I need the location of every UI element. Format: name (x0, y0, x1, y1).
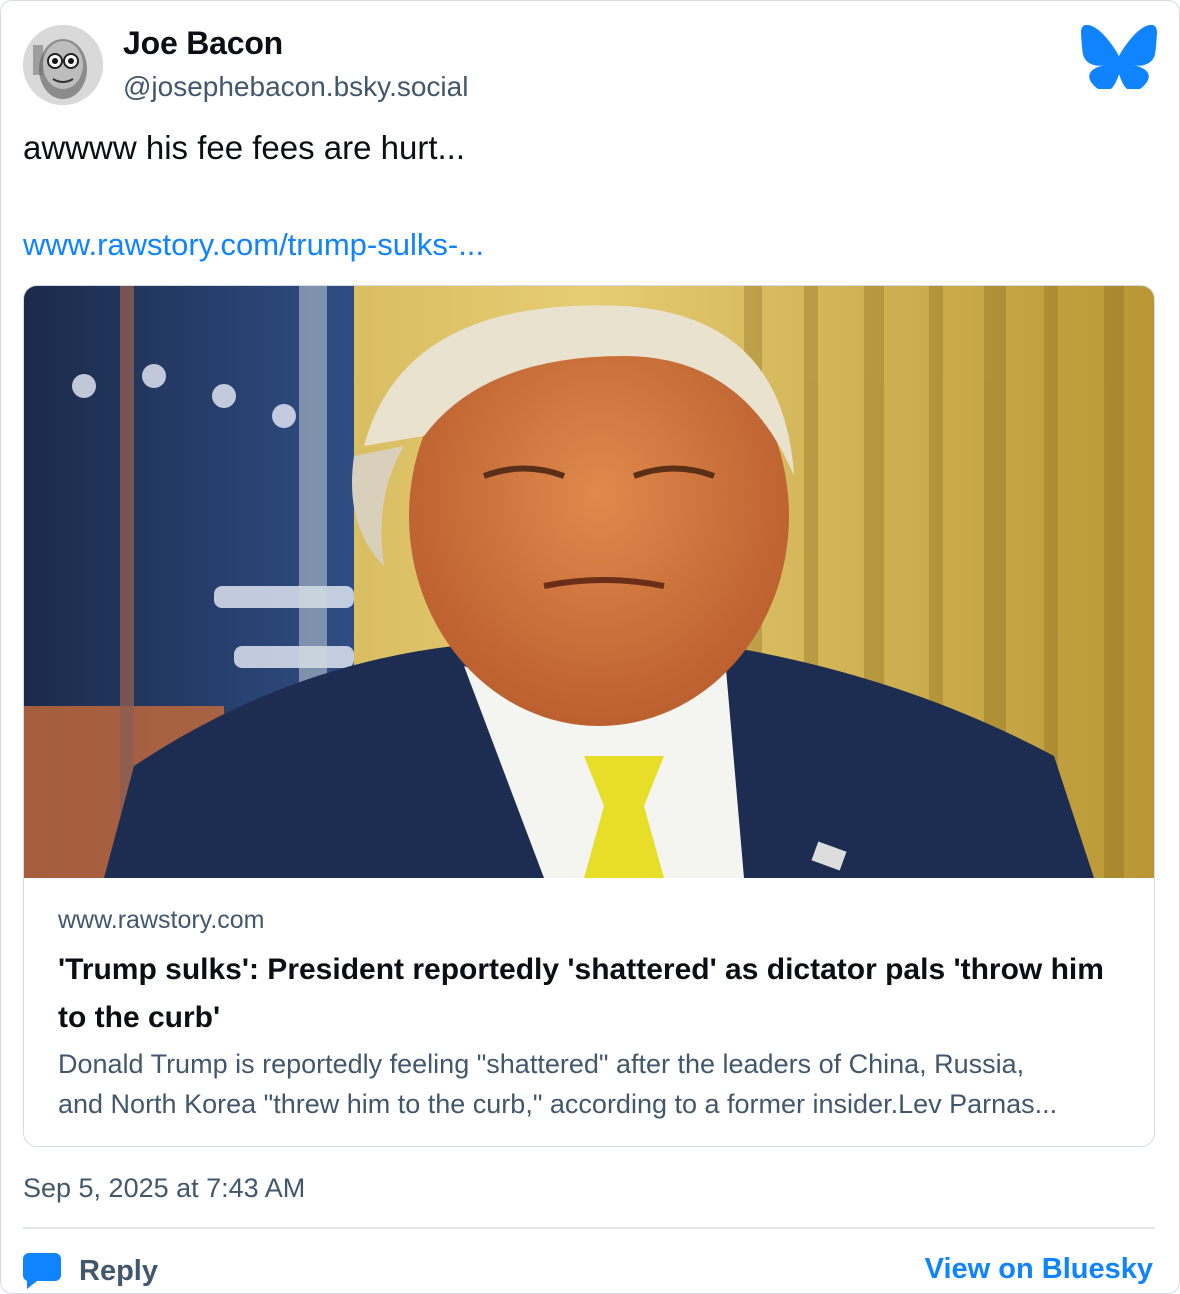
link-preview-domain: www.rawstory.com (58, 906, 265, 934)
link-preview-title: 'Trump sulks': President reportedly 'sha… (58, 953, 1104, 1034)
author-avatar[interactable] (23, 25, 103, 105)
bluesky-post-card: Joe Bacon @josephebacon.bsky.social awww… (0, 0, 1180, 1294)
speech-bubble-icon (23, 1253, 61, 1289)
post-text: awwww his fee fees are hurt... (23, 129, 466, 166)
avatar-image (23, 25, 103, 105)
link-preview-description-line: Donald Trump is reportedly feeling "shat… (58, 1049, 1025, 1079)
reply-label: Reply (79, 1254, 158, 1287)
post-timestamp[interactable]: Sep 5, 2025 at 7:43 AM (23, 1173, 305, 1204)
link-preview-description-line: and North Korea "threw him to the curb,"… (58, 1089, 1058, 1119)
post-link[interactable]: www.rawstory.com/trump-sulks-... (23, 227, 484, 263)
divider (23, 1227, 1155, 1229)
author-handle[interactable]: @josephebacon.bsky.social (123, 71, 468, 103)
author-display-name[interactable]: Joe Bacon (123, 25, 283, 62)
reply-button[interactable]: Reply (23, 1251, 158, 1291)
bluesky-butterfly-icon[interactable] (1081, 24, 1157, 92)
link-preview-card[interactable]: www.rawstory.com 'Trump sulks': Presiden… (23, 285, 1155, 1147)
link-preview-description: Donald Trump is reportedly feeling "shat… (58, 1044, 1128, 1124)
view-on-bluesky-link[interactable]: View on Bluesky (925, 1253, 1153, 1286)
article-thumbnail-image (24, 286, 1154, 878)
